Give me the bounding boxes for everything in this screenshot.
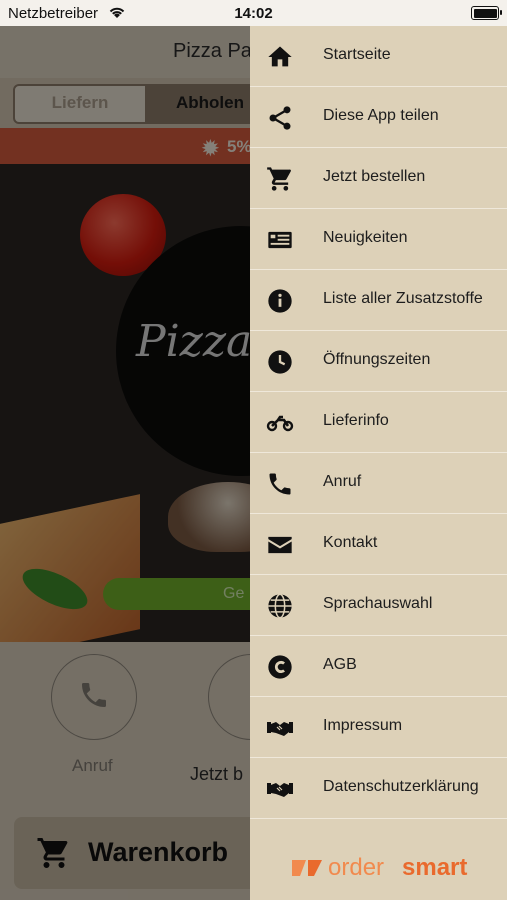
menu-item-share-app[interactable]: Diese App teilen [250,87,507,148]
news-icon [268,231,292,249]
menu-item-order-now[interactable]: Jetzt bestellen [250,148,507,209]
brand-name-part1: order [328,854,385,881]
menu-item-label: AGB [323,656,357,673]
menu-item-label: Öffnungszeiten [323,351,431,368]
menu-item-additives[interactable]: Liste aller Zusatzstoffe [250,270,507,331]
envelope-icon [268,536,292,554]
menu-item-imprint[interactable]: Impressum [250,697,507,758]
menu-item-terms[interactable]: AGB [250,636,507,697]
menu-item-label: Lieferinfo [323,412,389,429]
menu-item-opening-hours[interactable]: Öffnungszeiten [250,331,507,392]
menu-item-startseite[interactable]: Startseite [250,26,507,87]
menu-item-label: Jetzt bestellen [323,168,426,185]
menu-item-label: Datenschutzerklärung [323,778,479,795]
brand-name-part2: smart [402,854,468,881]
phone-icon [269,473,291,495]
home-icon [268,46,292,67]
menu-item-call[interactable]: Anruf [250,453,507,514]
brand-logo: order smart [290,852,470,882]
menu-item-label: Liste aller Zusatzstoffe [323,290,483,307]
menu-item-label: Kontakt [323,534,378,551]
menu-item-label: Diese App teilen [323,107,439,124]
globe-icon [268,593,292,619]
share-icon [269,106,291,130]
handshake-icon [267,783,293,797]
menu-item-label: Impressum [323,717,403,734]
menu-item-label: Startseite [323,46,391,63]
clock-icon [268,350,292,374]
menu-item-label: Anruf [323,473,362,490]
copyright-icon [268,655,292,679]
menu-item-privacy[interactable]: Datenschutzerklärung [250,758,507,819]
status-time: 14:02 [234,5,273,22]
menu-item-contact[interactable]: Kontakt [250,514,507,575]
side-menu-list: Startseite Diese App teilen Jetzt bestel… [250,26,507,819]
menu-item-delivery-info[interactable]: Lieferinfo [250,392,507,453]
info-icon [268,289,292,313]
ordersmart-logo-icon [292,860,322,876]
battery-icon [471,6,502,20]
menu-item-language[interactable]: Sprachauswahl [250,575,507,636]
side-menu: Startseite Diese App teilen Jetzt bestel… [250,26,507,900]
status-bar: Netzbetreiber 14:02 [0,0,507,26]
menu-item-label: Sprachauswahl [323,595,433,612]
motorcycle-icon [266,415,294,432]
menu-item-label: Neuigkeiten [323,229,408,246]
menu-item-news[interactable]: Neuigkeiten [250,209,507,270]
cart-icon [267,167,291,191]
handshake-icon [267,722,293,736]
